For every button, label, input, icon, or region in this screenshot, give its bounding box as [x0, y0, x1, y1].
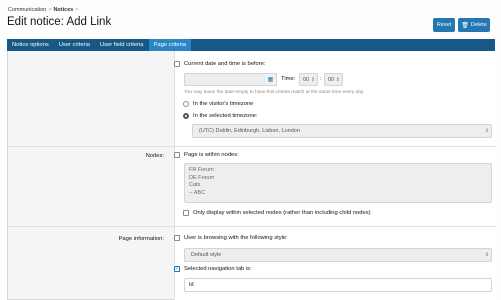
breadcrumb-separator: > — [48, 7, 52, 13]
node-option[interactable]: DE Forum — [189, 175, 487, 183]
section-divider — [8, 226, 496, 227]
date-criteria-label: Current date and time is before: — [184, 61, 266, 67]
date-input[interactable] — [184, 73, 266, 86]
delete-button[interactable]: 🗑 Delete — [458, 18, 490, 32]
breadcrumb-notices[interactable]: Notices — [53, 7, 73, 13]
minute-value: 00 — [328, 76, 335, 83]
nodes-section-label: Nodes: — [145, 153, 164, 159]
node-option[interactable]: -- ABC — [189, 190, 487, 198]
style-criteria-label: User is browsing with the following styl… — [184, 235, 288, 241]
tz-visitor-label: In the visitor's timezone — [193, 101, 254, 107]
hour-value: 00 — [303, 76, 310, 83]
style-criteria-checkbox[interactable] — [174, 235, 180, 241]
stepper-icon: ⇕ — [310, 76, 315, 83]
nodes-criteria-row[interactable]: Page is within nodes: — [174, 152, 239, 158]
date-hint: You may leave the date empty to have thi… — [184, 90, 365, 95]
tab-page-criteria[interactable]: Page criteria — [148, 39, 192, 51]
breadcrumb-separator: > — [75, 7, 79, 13]
nav-tab-criteria-label: Selected navigation tab is: — [184, 266, 252, 272]
tab-bar: Notice options User criteria User field … — [7, 39, 495, 51]
reset-button-label: Reset — [436, 22, 452, 28]
nav-tab-criteria-checkbox[interactable]: ✓ — [174, 266, 180, 272]
hour-select[interactable]: 00 ⇕ — [299, 73, 318, 86]
reset-button[interactable]: Reset — [433, 18, 455, 32]
nav-tab-input[interactable]: Id — [184, 278, 492, 292]
criteria-panel: Current date and time is before: ▦ Time:… — [7, 51, 496, 300]
stepper-icon: ⇕ — [335, 76, 340, 83]
tz-selected-option[interactable]: In the selected timezone: — [183, 113, 257, 119]
style-select[interactable]: Default style ⇕ — [184, 248, 492, 262]
tab-notice-options[interactable]: Notice options — [7, 39, 54, 51]
nav-tab-value: Id — [189, 282, 194, 288]
style-value: Default style — [191, 252, 222, 258]
tz-visitor-radio[interactable] — [183, 101, 189, 107]
timezone-value: (UTC) Dublin, Edinburgh, Lisbon, London — [199, 128, 300, 134]
tz-visitor-option[interactable]: In the visitor's timezone — [183, 101, 253, 107]
nav-tab-criteria-row[interactable]: ✓ Selected navigation tab is: — [174, 266, 252, 272]
time-label: Time: — [281, 76, 296, 82]
date-criteria-checkbox[interactable] — [174, 61, 180, 67]
page-info-section-label: Page information: — [118, 236, 164, 242]
nodes-criteria-label: Page is within nodes: — [184, 152, 239, 158]
timezone-select[interactable]: (UTC) Dublin, Edinburgh, Lisbon, London … — [192, 124, 492, 138]
style-criteria-row[interactable]: User is browsing with the following styl… — [174, 235, 288, 241]
date-criteria-row[interactable]: Current date and time is before: — [174, 61, 266, 67]
nodes-listbox[interactable]: FR Forum DE Forum Cats -- ABC — [184, 163, 492, 203]
calendar-icon[interactable]: ▦ — [265, 73, 277, 86]
minute-select[interactable]: 00 ⇕ — [324, 73, 343, 86]
trash-icon: 🗑 — [461, 22, 469, 29]
stepper-icon: ⇕ — [484, 252, 489, 258]
stepper-icon: ⇕ — [484, 128, 489, 134]
breadcrumb: Communication > Notices > — [8, 7, 81, 13]
node-option[interactable]: Cats — [189, 182, 487, 190]
nodes-criteria-checkbox[interactable] — [174, 152, 180, 158]
only-selected-nodes-row[interactable]: Only display within selected nodes (rath… — [183, 210, 371, 216]
tab-user-field-criteria[interactable]: User field criteria — [95, 39, 149, 51]
delete-button-label: Delete — [470, 22, 487, 28]
breadcrumb-communication[interactable]: Communication — [8, 7, 46, 13]
tz-selected-radio[interactable] — [183, 113, 189, 119]
page-title: Edit notice: Add Link — [7, 16, 112, 28]
node-option[interactable]: FR Forum — [189, 167, 487, 175]
only-selected-nodes-label: Only display within selected nodes (rath… — [193, 210, 371, 216]
section-divider — [8, 146, 496, 147]
only-selected-nodes-checkbox[interactable] — [183, 210, 189, 216]
time-colon: : — [320, 76, 322, 82]
tz-selected-label: In the selected timezone: — [193, 113, 258, 119]
tab-user-criteria[interactable]: User criteria — [54, 39, 95, 51]
